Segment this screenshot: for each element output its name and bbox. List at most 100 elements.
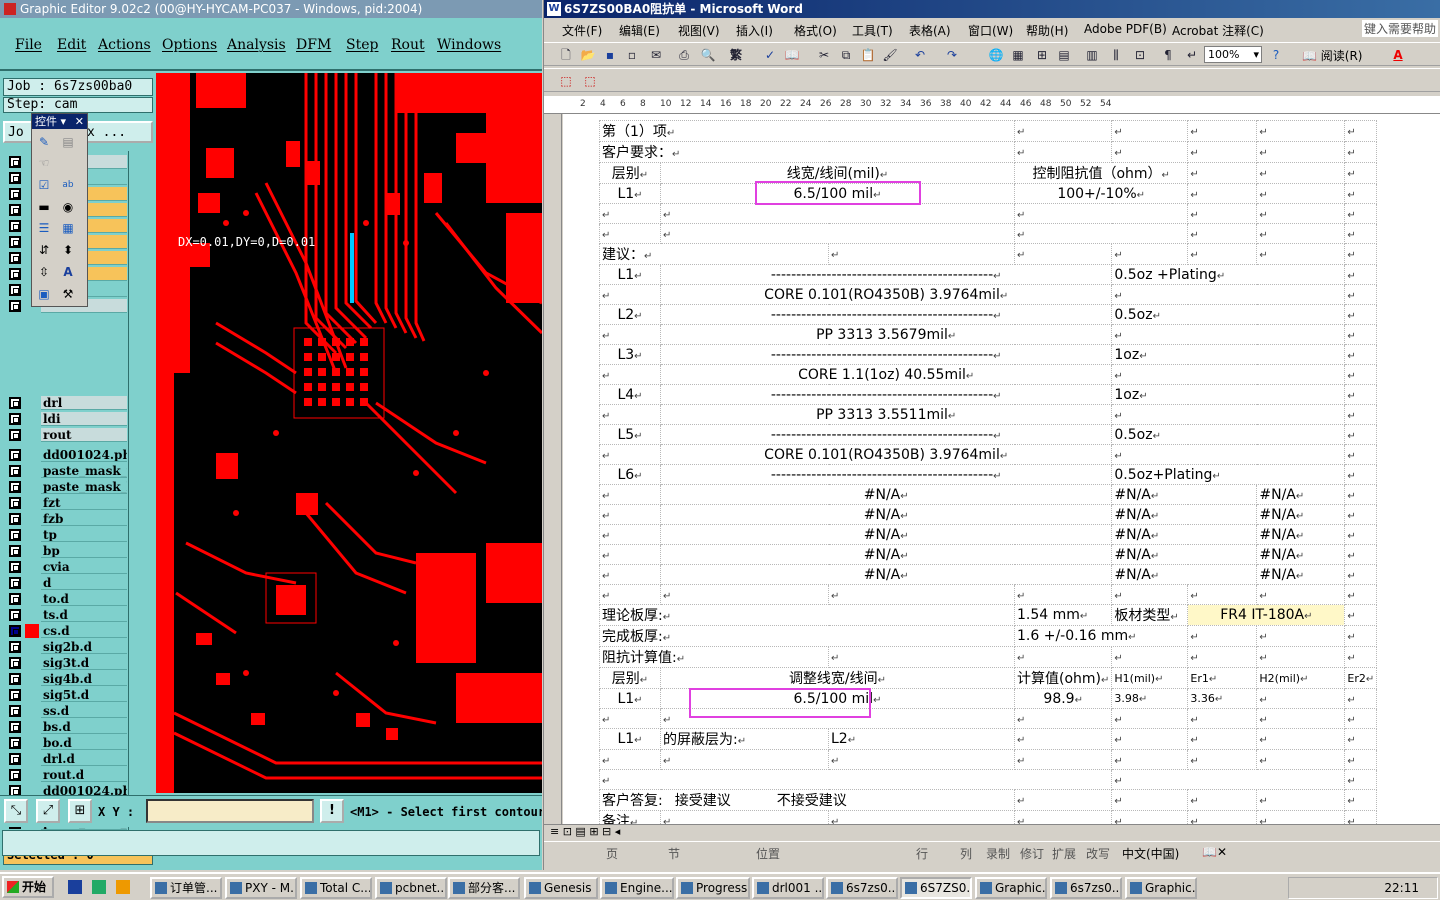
table-cell[interactable] [1344,424,1378,445]
insert-excel-icon[interactable]: ▤ [1056,47,1072,63]
layer-checkbox[interactable] [9,481,21,493]
layer-checkbox[interactable] [9,657,21,669]
menu-format-cn[interactable]: 格式(O) [794,22,837,39]
shield-layer[interactable]: L1 [599,728,661,750]
table-cell[interactable] [599,203,661,224]
zoom-area-button[interactable]: ⤢ [36,799,60,823]
status-extend[interactable]: 扩展 [1052,845,1076,862]
table-cell[interactable] [1256,584,1346,605]
layer-checkbox[interactable] [9,449,21,461]
table-cell[interactable] [1344,243,1378,265]
zoom-fit-button[interactable]: ⤡ [4,799,28,823]
spelling-status-icon[interactable]: 📖✕ [1202,845,1227,859]
na-value[interactable]: #N/A [659,504,1113,525]
taskbar-task[interactable]: Graphic... [1125,877,1197,899]
stack-dashes[interactable]: ----------------------------------------… [659,264,1113,285]
columns-icon[interactable]: ▥ [1084,47,1100,63]
document-map-icon[interactable]: ⊡ [1132,47,1148,63]
menu-table-cn[interactable]: 表格(A) [909,22,951,39]
table-cell[interactable] [1111,243,1189,265]
table-cell[interactable] [1111,708,1189,729]
zoom-select[interactable]: 100% ▾ [1204,46,1262,63]
na-value[interactable]: #N/A [1111,564,1258,585]
stack-copper[interactable]: 0.5oz [1111,304,1346,325]
table-cell[interactable] [1111,284,1346,305]
layer-row[interactable]: dd001024.pho [4,448,128,462]
shield-label[interactable]: 的屏蔽层为: [660,728,829,750]
status-overtype[interactable]: 改写 [1086,845,1110,862]
calc-header-value[interactable]: 计算值(ohm) [1013,667,1113,689]
stack-dashes[interactable]: ----------------------------------------… [659,344,1113,365]
layer-checkbox[interactable] [9,252,21,264]
finished-thickness-label[interactable]: 完成板厚: [599,625,1015,647]
table-cell[interactable] [660,749,829,770]
table-cell[interactable] [1256,688,1346,709]
show-hide-icon[interactable]: ¶ [1160,47,1176,63]
requirement-layer[interactable]: L1 [599,183,661,204]
table-cell[interactable] [1256,141,1346,163]
stack-dielectric[interactable]: CORE 0.101(RO4350B) 3.9764mil [659,284,1113,305]
table-cell[interactable] [660,810,829,824]
shield-value[interactable]: L2 [828,728,1015,750]
stack-copper[interactable]: 0.5oz+Plating [1111,464,1346,485]
layer-checkbox[interactable] [9,593,21,605]
menu-options[interactable]: Options [162,37,217,53]
horizontal-ruler[interactable]: 2 4 6 8 10 12 14 16 18 20 22 24 26 28 30 32 34 36 38 40 42 44… [544,96,1440,114]
table-cell[interactable] [599,284,661,305]
traditional-chinese-icon[interactable]: 繁 [728,47,744,63]
menu-acrobat-comments[interactable]: Acrobat 注释(C) [1172,22,1264,39]
table-cell[interactable] [1187,646,1258,668]
table-cell[interactable] [1111,141,1189,163]
table-cell[interactable] [1187,183,1258,204]
table-cell[interactable] [1256,625,1346,647]
menu-rout[interactable]: Rout [391,37,425,53]
save-icon[interactable]: ▪ [602,47,618,63]
mail-icon[interactable]: ✉ [648,47,664,63]
layer-row[interactable]: drl [4,396,128,410]
suggestion-label[interactable]: 建议： [599,243,829,265]
na-value[interactable]: #N/A [1111,504,1258,525]
table-cell[interactable] [1187,789,1258,811]
layer-checkbox[interactable] [9,737,21,749]
layer-row[interactable]: fzb [4,512,128,526]
permission-icon[interactable]: ▫ [624,47,640,63]
table-cell[interactable] [1111,810,1189,824]
layer-checkbox[interactable] [9,529,21,541]
layer-checkbox[interactable] [9,513,21,525]
table-cell[interactable] [1111,324,1346,345]
taskbar-task[interactable]: pcbnet... [375,877,447,899]
table-cell[interactable] [1256,810,1346,824]
table-cell[interactable] [1344,688,1378,709]
paste-icon[interactable]: 📋 [860,47,876,63]
table-cell[interactable] [599,364,661,385]
new-doc-icon[interactable]: 🗋 [558,47,574,63]
table-cell[interactable] [1344,584,1378,605]
layer-row[interactable]: bp [4,544,128,558]
image-tool-icon[interactable]: ▣ [36,286,52,302]
na-value[interactable]: #N/A [659,544,1113,565]
graphic-editor-titlebar[interactable]: Graphic Editor 9.02c2 (00@HY-HYCAM-PC037… [0,0,542,18]
pcb-canvas[interactable]: DX=0.01,DY=0,D=0.01 [156,73,542,793]
table-cell[interactable] [1344,324,1378,345]
word-titlebar[interactable]: W 6S7ZS00BA0阻抗单 - Microsoft Word [544,0,1440,18]
na-value[interactable]: #N/A [1111,544,1258,565]
layer-list-scrollbar[interactable] [128,151,152,841]
table-cell[interactable] [1187,584,1258,605]
table-cell[interactable] [1187,243,1258,265]
stack-copper[interactable]: 0.5oz +Plating [1111,264,1346,285]
pdf-convert-icon[interactable]: ⬚ [558,73,574,89]
table-cell[interactable] [599,584,661,605]
requirement-impedance[interactable]: 100+/-10% [1013,183,1189,204]
table-cell[interactable] [1344,789,1378,811]
table-cell[interactable] [1256,728,1346,750]
menu-file[interactable]: File [15,37,42,53]
close-icon[interactable]: ✕ [75,114,84,129]
drawing-icon[interactable]: ⫼ [1108,47,1124,63]
stack-dielectric[interactable]: PP 3313 3.5679mil [659,324,1113,345]
layer-row[interactable]: d [4,576,128,590]
table-cell[interactable] [599,564,661,585]
table-cell[interactable] [828,749,1015,770]
header-layer[interactable]: 层别 [599,162,661,184]
table-cell[interactable] [1344,284,1378,305]
layer-row[interactable]: paste_mask_t [4,464,128,478]
